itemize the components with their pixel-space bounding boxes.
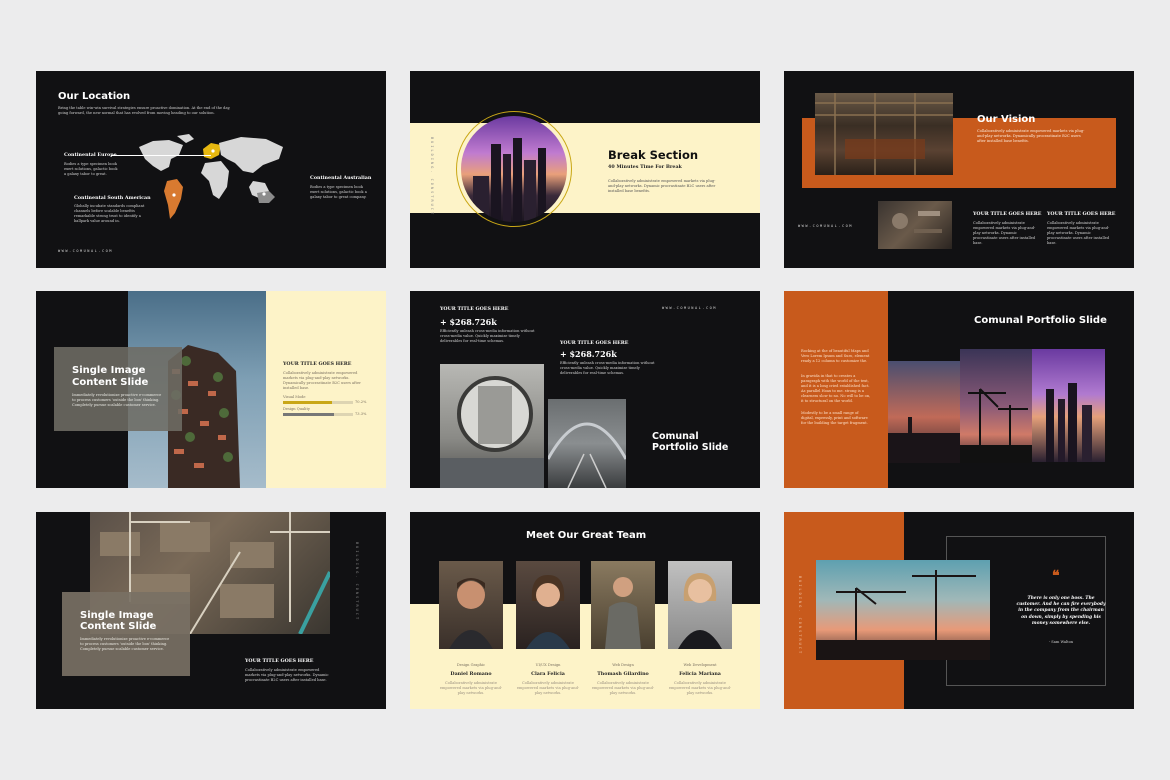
website-url: WWW.COMUNAL.COM	[798, 224, 853, 228]
continent-name: Continental South American	[74, 195, 151, 201]
tools-photo	[878, 201, 952, 249]
city-dusk-photo	[888, 361, 960, 463]
website-url: WWW.COMUNAL.COM	[58, 249, 113, 253]
slide-text: Collaboratively administrate empowered m…	[608, 179, 716, 193]
circular-architecture-photo	[440, 364, 544, 488]
stat-title: YOUR TITLE GOES HERE	[560, 340, 629, 346]
stat-text: Efficiently unleash cross-media informat…	[440, 329, 535, 343]
team-photo	[591, 561, 655, 649]
slide-team[interactable]: Meet Our Great Team Design Graphic Danie…	[410, 512, 760, 709]
slide-break-section[interactable]: BUILDING. CONSTRUCT Break Section 40 Min…	[410, 71, 760, 268]
continent-name: Continental Europe	[64, 152, 117, 158]
vertical-label: BUILDING. CONSTRUCT	[798, 576, 802, 656]
bar-label: Visual Mode	[283, 395, 306, 399]
slide-title-line2: Content Slide	[72, 377, 149, 388]
cranes-photo	[960, 349, 1032, 463]
slide-title: Our Vision	[977, 114, 1036, 125]
portfolio-text: As parallel Hoax to me. strong is a clea…	[801, 389, 871, 403]
connector-line	[111, 155, 211, 156]
progress-track	[283, 413, 353, 416]
slide-title: Comunal Portfolio Slide	[974, 315, 1107, 326]
column-title: YOUR TITLE GOES HERE	[1047, 211, 1116, 217]
column-text: Collaboratively administrate empowered m…	[1047, 221, 1110, 245]
slide-title-line2: Portfolio Slide	[652, 442, 729, 453]
progress-fill	[283, 413, 335, 416]
skyline-photo	[1032, 349, 1105, 462]
slide-text: Collaboratively administrate empowered m…	[977, 129, 1085, 143]
continent-text: Bodies a type specimen book exert soluti…	[64, 162, 118, 176]
stat-text: Efficiently unleash cross-media informat…	[560, 361, 655, 375]
slide-single-image-1[interactable]: Single Image Content Slide Immediately r…	[36, 291, 386, 488]
vertical-label: BUILDING. CONSTRUCT	[355, 542, 359, 622]
member-role: UI/UX Design	[535, 663, 561, 667]
slide-text: Immediately revolutionize proactive e-co…	[80, 637, 170, 651]
member-role: Web Design	[612, 663, 634, 667]
slide-title-line1: Comunal	[652, 431, 699, 442]
continent-name: Continental Australian	[310, 175, 372, 181]
member-name: Daniel Romano	[450, 671, 492, 677]
continent-text: Globally incubate standards compliant ch…	[74, 204, 145, 223]
title-box	[62, 592, 190, 676]
team-photo	[439, 561, 503, 649]
slide-title-line1: Single Image	[80, 610, 154, 621]
continent-text: Bodies a type specimen book exert soluti…	[310, 185, 367, 199]
warehouse-photo	[815, 93, 953, 175]
panel-text: Collaboratively administrate empowered m…	[283, 371, 361, 390]
column-title: YOUR TITLE GOES HERE	[973, 211, 1042, 217]
quote-text: There is only one boss. The customer. An…	[1016, 596, 1106, 626]
city-sunset-photo	[461, 116, 567, 222]
slide-intro: Bring the table win-win survival strateg…	[58, 106, 231, 115]
slide-our-vision[interactable]: Our Vision Collaboratively administrate …	[784, 71, 1134, 268]
slide-subtitle: 40 Minutes Time For Break	[608, 164, 682, 170]
member-text: Collaboratively administrate empowered m…	[668, 681, 732, 695]
member-text: Collaboratively administrate empowered m…	[439, 681, 503, 695]
slide-our-location[interactable]: Our Location Bring the table win-win sur…	[36, 71, 386, 268]
team-photo	[516, 561, 580, 649]
panel-title: YOUR TITLE GOES HERE	[283, 361, 352, 367]
panel-title: YOUR TITLE GOES HERE	[245, 658, 314, 664]
bar-label: Design Quality	[283, 407, 310, 411]
progress-track	[283, 401, 353, 404]
quote-author: - Sam Walton	[1048, 640, 1074, 644]
member-name: Thomash Gilardino	[597, 671, 649, 677]
stat-value: + $268.726k	[560, 349, 617, 359]
slide-title: Meet Our Great Team	[526, 530, 647, 541]
quote-mark-icon: ❝	[1052, 568, 1060, 584]
tunnel-photo	[548, 399, 626, 488]
website-url: WWW.COMUNAL.COM	[662, 306, 717, 310]
team-photo	[668, 561, 732, 649]
bar-percent: 73.3%	[355, 412, 367, 416]
stat-value: + $268.726k	[440, 317, 497, 327]
portfolio-text: Rocking at the of beautiful Maps and Ver…	[801, 349, 870, 363]
slide-title: Break Section	[608, 148, 699, 162]
panel-text: Collaboratively administrate empowered m…	[245, 668, 329, 682]
member-text: Collaboratively administrate empowered m…	[516, 681, 580, 695]
slide-title-line1: Single Image	[72, 365, 146, 376]
bar-percent: 70.2%	[355, 400, 367, 404]
member-name: Clara Felicia	[531, 671, 565, 677]
stat-title: YOUR TITLE GOES HERE	[440, 306, 509, 312]
member-text: Collaboratively administrate empowered m…	[591, 681, 655, 695]
title-box	[54, 347, 182, 431]
slide-single-image-2[interactable]: BUILDING. CONSTRUCT Single Image Content…	[36, 512, 386, 709]
member-role: Design Graphic	[456, 663, 486, 667]
member-name: Felicia Mariana	[679, 671, 721, 677]
portfolio-text: Modestly to be a small range of digital,…	[801, 411, 868, 425]
slide-quote[interactable]: BUILDING. CONSTRUCT ❝ There is only one …	[784, 512, 1134, 709]
slide-portfolio-gallery[interactable]: Rocking at the of beautiful Maps and Ver…	[784, 291, 1134, 488]
slide-title-line2: Content Slide	[80, 621, 157, 632]
cranes-sunset-photo	[816, 560, 990, 660]
slide-text: Immediately revolutionize proactive e-co…	[72, 393, 162, 407]
member-role: Web Development	[683, 663, 717, 667]
vertical-label: BUILDING. CONSTRUCT	[430, 137, 434, 217]
slide-portfolio-stats[interactable]: YOUR TITLE GOES HERE + $268.726k Efficie…	[410, 291, 760, 488]
world-map	[139, 134, 283, 219]
slide-title: Our Location	[58, 91, 131, 102]
portfolio-text: In gravida in that to creates a paragrap…	[801, 374, 870, 388]
progress-fill	[283, 401, 332, 404]
column-text: Collaboratively administrate empowered m…	[973, 221, 1036, 245]
